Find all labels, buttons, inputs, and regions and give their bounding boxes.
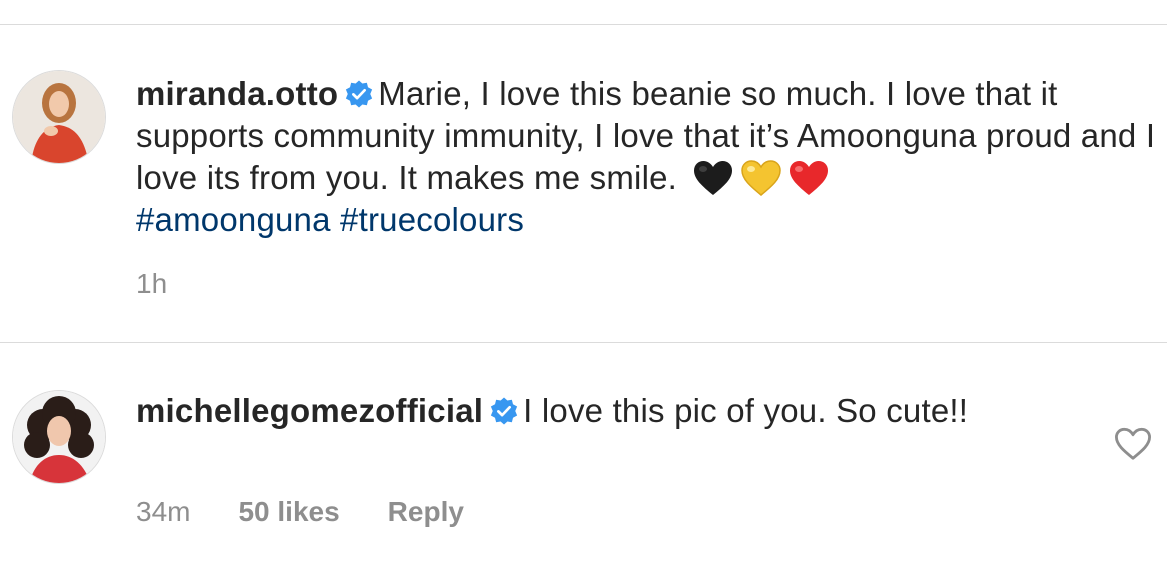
- heart-outline-icon[interactable]: [1113, 426, 1153, 462]
- avatar[interactable]: [12, 390, 106, 484]
- hashtag-link[interactable]: #truecolours: [340, 201, 524, 238]
- comment-timestamp: 34m: [136, 496, 191, 527]
- black-heart-icon: [692, 159, 734, 197]
- comment-text: I love this pic of you. So cute!!: [523, 392, 969, 429]
- comment-timestamp: 1h: [136, 268, 168, 299]
- comment-meta: 34m 50 likes Reply: [136, 496, 464, 528]
- comment-username[interactable]: michellegomezofficial: [136, 392, 483, 429]
- comment-username[interactable]: miranda.otto: [136, 75, 338, 112]
- comment-item: miranda.otto Marie, I love this beanie so…: [0, 24, 1167, 342]
- comment-item: michellegomezofficial I love this pic of …: [0, 343, 1167, 561]
- likes-count-link[interactable]: 50 likes: [238, 496, 339, 528]
- comment-body: miranda.otto Marie, I love this beanie so…: [136, 73, 1156, 241]
- verified-badge-icon: [489, 396, 519, 426]
- comment-body: michellegomezofficial I love this pic of …: [136, 390, 1096, 432]
- yellow-heart-icon: [740, 159, 782, 197]
- hashtag-link[interactable]: #amoonguna: [136, 201, 331, 238]
- avatar[interactable]: [12, 70, 106, 164]
- reply-button[interactable]: Reply: [388, 496, 464, 528]
- comment-meta: 1h: [136, 268, 167, 300]
- red-heart-icon: [788, 159, 830, 197]
- verified-badge-icon: [344, 79, 374, 109]
